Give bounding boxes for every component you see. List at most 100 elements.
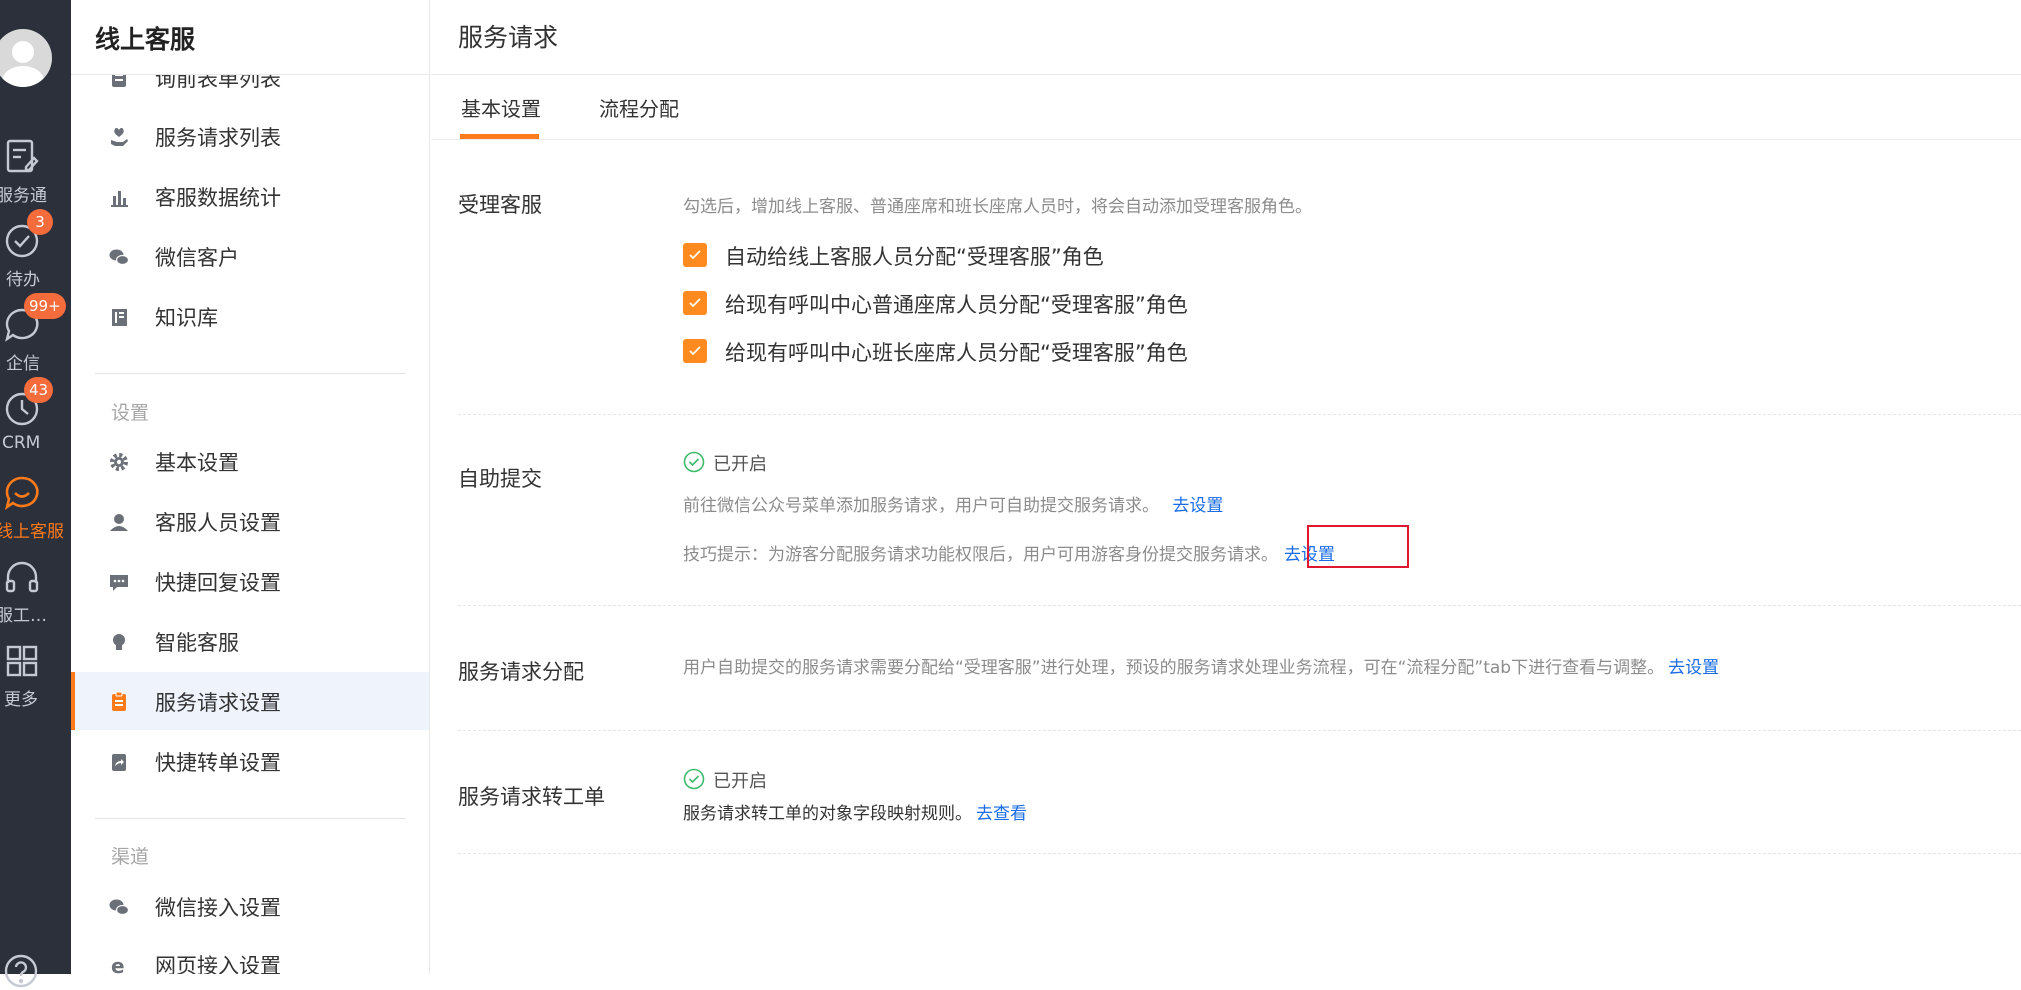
agent-hint: 勾选后，增加线上客服、普通座席和班长座席人员时，将会自动添加受理客服角色。 <box>683 197 1312 217</box>
rail-label: 服务通 <box>0 186 47 206</box>
sidebar-item-basic-settings[interactable]: 基本设置 <box>71 432 429 490</box>
sidebar-group-channels: 渠道 <box>111 846 150 868</box>
status-label: 已开启 <box>713 771 767 792</box>
bulb-icon <box>113 634 125 650</box>
title-divider <box>431 74 2021 75</box>
rail-item-online-service[interactable]: 线上客服 <box>0 473 71 557</box>
sidebar-item-wechat-access[interactable]: 微信接入设置 <box>71 877 429 935</box>
sidebar-item-label: 快捷转单设置 <box>155 751 281 775</box>
svg-text:e: e <box>111 954 125 974</box>
status-label: 已开启 <box>713 454 767 475</box>
grid-icon <box>6 645 38 677</box>
avatar[interactable] <box>0 29 52 87</box>
sidebar-group-settings: 设置 <box>111 402 150 424</box>
agent-icon <box>110 514 128 531</box>
bar-chart-icon <box>111 191 128 207</box>
sidebar-item-label: 基本设置 <box>155 451 239 475</box>
checkbox-checked[interactable] <box>683 243 707 267</box>
sidebar-item-label: 服务请求设置 <box>155 691 281 715</box>
transfer-icon <box>112 754 126 771</box>
sidebar-item-wechat-customer[interactable]: 微信客户 <box>71 227 429 285</box>
check-icon <box>689 298 701 308</box>
rail-label: 服工… <box>0 606 47 626</box>
sidebar-item-quick-reply[interactable]: 快捷回复设置 <box>71 552 429 610</box>
sidebar-title-text: 线上客服 <box>95 25 196 54</box>
assign-desc: 用户自助提交的服务请求需要分配给“受理客服”进行处理，预设的服务请求处理业务流程… <box>683 653 1719 678</box>
rail-label: 线上客服 <box>0 522 64 542</box>
help-circle-icon[interactable] <box>2 952 40 990</box>
sidebar-item-label: 微信客户 <box>155 246 239 270</box>
rail-item-service[interactable]: 服务通 <box>0 137 71 221</box>
tab-basic-settings[interactable]: 基本设置 <box>461 93 541 122</box>
rail-item-more[interactable]: 更多 <box>0 641 71 725</box>
sidebar-item-quick-transfer[interactable]: 快捷转单设置 <box>71 732 429 790</box>
page-title: 服务请求 <box>458 23 559 52</box>
checkbox-label: 给现有呼叫中心普通座席人员分配“受理客服”角色 <box>725 293 1188 317</box>
tab-flow-assignment[interactable]: 流程分配 <box>599 93 679 122</box>
checkbox-checked[interactable] <box>683 339 707 363</box>
sidebar-item-label: 微信接入设置 <box>155 896 281 920</box>
rail-label: 企信 <box>6 354 40 374</box>
check-icon <box>689 346 701 356</box>
browser-e-icon: e <box>111 954 125 974</box>
ticket-desc: 服务请求转工单的对象字段映射规则。 去查看 <box>683 799 1027 824</box>
sidebar-item-service-request-settings[interactable]: 服务请求设置 <box>71 672 429 730</box>
sidebar-item-label: 客服人员设置 <box>155 511 281 535</box>
sidebar-title-divider <box>71 74 429 75</box>
sidebar-item-knowledge-base[interactable]: 知识库 <box>71 287 429 345</box>
self-submit-tip: 技巧提示：为游客分配服务请求功能权限后，用户可用游客身份提交服务请求。 去设置 <box>683 540 1335 565</box>
sidebar-item-label: 客服数据统计 <box>155 186 281 210</box>
goto-settings-link[interactable]: 去设置 <box>1172 496 1223 516</box>
todo-badge: 3 <box>27 209 53 235</box>
section-divider <box>458 414 2021 415</box>
section-divider <box>458 730 2021 731</box>
sidebar-item-smart-service[interactable]: 智能客服 <box>71 612 429 670</box>
section-label-assign: 服务请求分配 <box>458 660 584 684</box>
check-icon <box>689 250 701 260</box>
sidebar-item-web-access[interactable]: e 网页接入设置 <box>71 935 429 974</box>
sidebar-divider <box>95 818 406 819</box>
checkbox-label: 给现有呼叫中心班长座席人员分配“受理客服”角色 <box>725 341 1188 365</box>
sidebar-item-label: 智能客服 <box>155 631 239 655</box>
rail-label: 待办 <box>6 270 40 290</box>
rail-label: CRM <box>2 433 41 453</box>
self-submit-desc: 前往微信公众号菜单添加服务请求，用户可自助提交服务请求。 去设置 <box>683 491 1223 516</box>
secondary-sidebar: 询前表单列表 线上客服 线上客服 服务请求列表 客服数据统计 微信客户 知识库 … <box>71 0 430 974</box>
sidebar-item-label: 网页接入设置 <box>155 954 281 974</box>
ticket-desc-text: 服务请求转工单的对象字段映射规则。 <box>683 804 972 824</box>
highlight-box <box>1307 525 1409 568</box>
rail-item-field-service[interactable]: 服工… <box>0 557 71 641</box>
gear-icon <box>110 453 128 471</box>
self-submit-desc-text: 前往微信公众号菜单添加服务请求，用户可自助提交服务请求。 <box>683 496 1159 516</box>
section-label-self-submit: 自助提交 <box>458 467 542 491</box>
wechat-icon <box>109 249 130 266</box>
checkbox-checked[interactable] <box>683 291 707 315</box>
clipboard-icon <box>112 691 126 711</box>
smile-chat-icon <box>4 476 39 510</box>
rail-item-crm[interactable]: 43 CRM <box>0 377 71 473</box>
section-divider <box>458 605 2021 606</box>
section-divider <box>458 853 2021 854</box>
section-label-ticket: 服务请求转工单 <box>458 785 605 809</box>
sidebar-item-statistics[interactable]: 客服数据统计 <box>71 167 429 225</box>
check-circle-icon <box>683 768 705 790</box>
checkbox-label: 自动给线上客服人员分配“受理客服”角色 <box>725 245 1104 269</box>
view-mapping-link[interactable]: 去查看 <box>976 804 1027 824</box>
sidebar-item-label: 服务请求列表 <box>155 126 281 150</box>
book-icon <box>112 309 127 326</box>
sidebar-divider <box>95 373 406 374</box>
message-dots-icon <box>110 575 128 591</box>
hand-heart-icon <box>111 127 128 146</box>
assign-settings-link[interactable]: 去设置 <box>1668 658 1719 678</box>
app-rail: 服务通 3 待办 99+ 企信 43 CRM 线上客服 服工… 更多 <box>0 0 71 988</box>
sidebar-item-agent-settings[interactable]: 客服人员设置 <box>71 492 429 550</box>
clipboard-edit-icon <box>6 139 39 173</box>
headset-icon <box>5 561 39 593</box>
sidebar-item-service-request-list[interactable]: 服务请求列表 <box>71 107 429 165</box>
section-label-agent: 受理客服 <box>458 193 542 217</box>
self-submit-tip-text: 技巧提示：为游客分配服务请求功能权限后，用户可用游客身份提交服务请求。 <box>683 545 1278 565</box>
check-circle-icon <box>683 451 705 473</box>
crm-badge: 43 <box>24 377 54 403</box>
tabs-divider <box>431 139 2021 140</box>
chat-badge: 99+ <box>24 293 66 319</box>
